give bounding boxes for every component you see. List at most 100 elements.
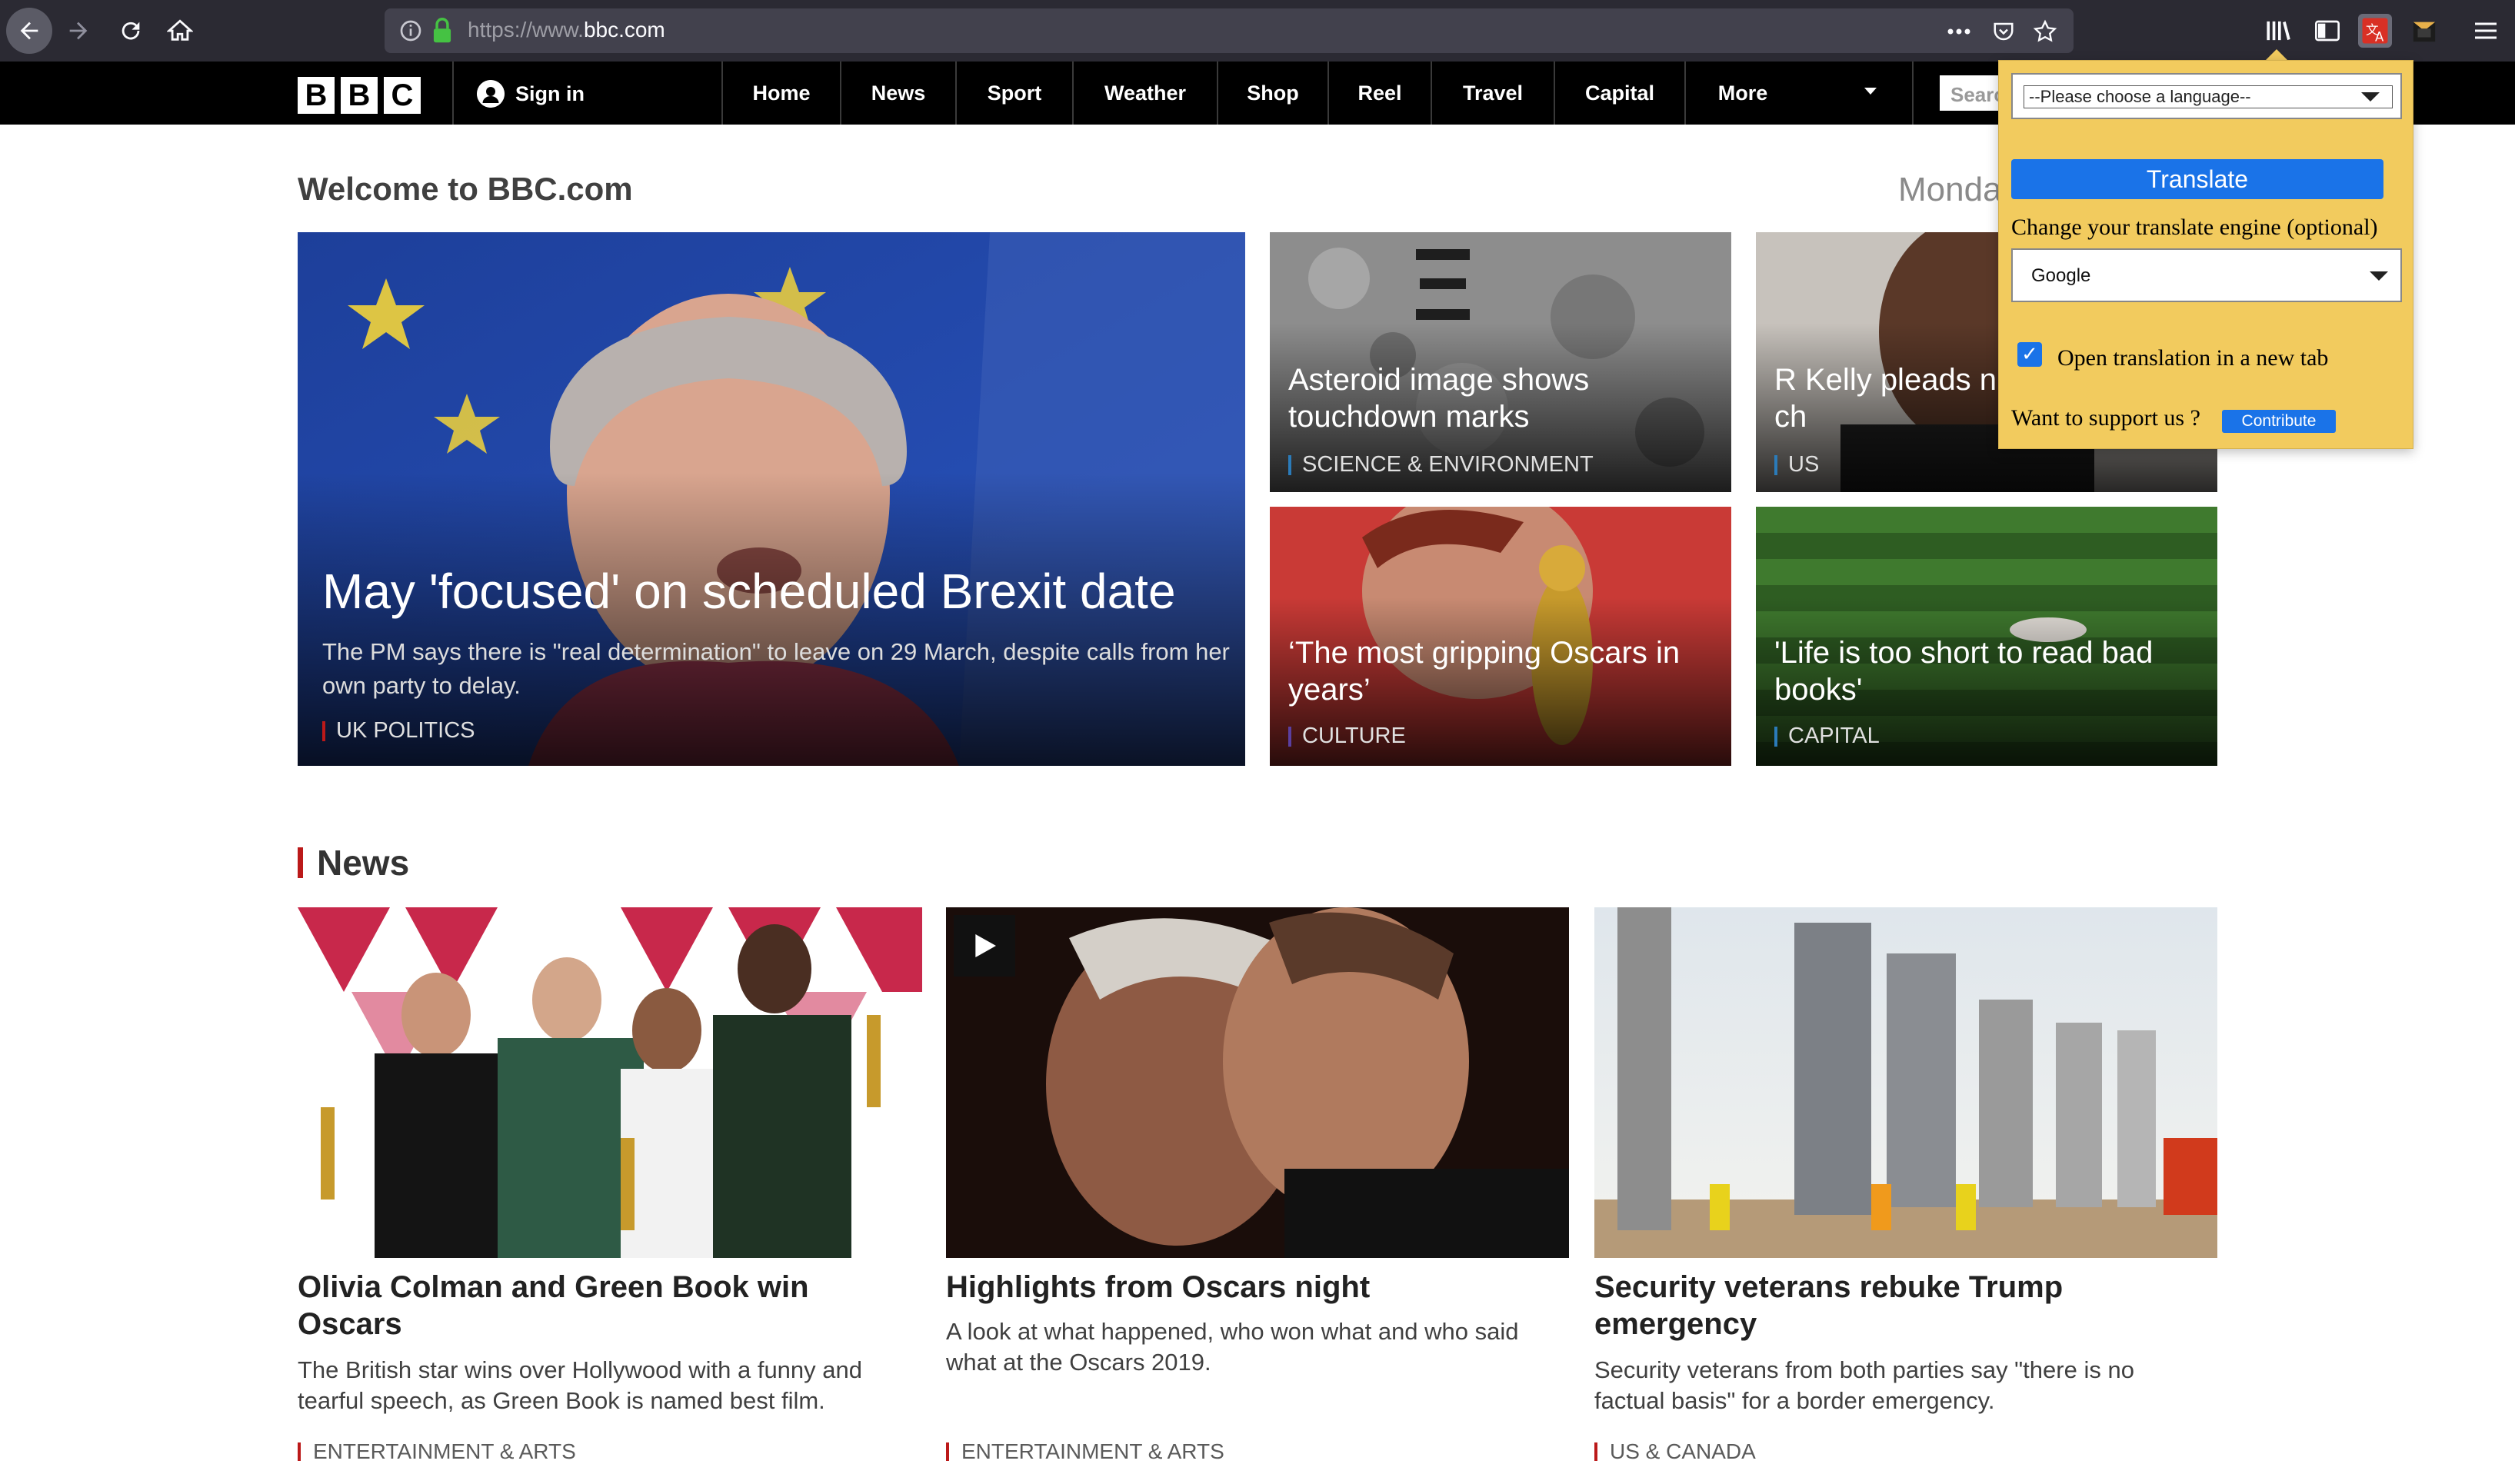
user-avatar-icon (477, 80, 505, 108)
info-icon[interactable] (398, 18, 423, 43)
date-label: Monda (1898, 171, 2002, 208)
extension-icon (2413, 22, 2436, 42)
translate-button[interactable]: Translate (2011, 159, 2383, 199)
chevron-down-icon (2370, 271, 2388, 281)
news-item-3-title[interactable]: Security veterans rebuke Trump emergency (1594, 1269, 2210, 1343)
promo-asteroid-tag-label: SCIENCE & ENVIRONMENT (1302, 452, 1594, 477)
hamburger-menu-icon (2475, 22, 2497, 39)
sign-in-label: Sign in (515, 82, 585, 105)
page-title: Welcome to BBC.com (298, 171, 633, 207)
new-tab-checkbox[interactable]: ✓ (2017, 342, 2042, 367)
back-button[interactable] (6, 8, 52, 54)
news-item-2-tag[interactable]: ENTERTAINMENT & ARTS (946, 1439, 1224, 1464)
more-dots-icon (1947, 28, 1970, 35)
extension-button[interactable] (2407, 14, 2441, 48)
nav-weather[interactable]: Weather (1074, 62, 1217, 125)
promo-main-title[interactable]: May 'focused' on scheduled Brexit date (322, 563, 1230, 620)
news-item-3-tag[interactable]: US & CANADA (1594, 1439, 1756, 1464)
url-host: bbc.com (583, 18, 665, 42)
logo-letter: B (341, 77, 378, 114)
video-play-button[interactable] (954, 915, 1015, 977)
promo-rkelly-tag-label: US (1788, 452, 1820, 477)
promo-books-tag[interactable]: CAPITAL (1774, 724, 1880, 749)
promo-books-title[interactable]: 'Life is too short to read bad books' (1774, 634, 2205, 708)
search-placeholder: Searc (1950, 83, 2005, 106)
news-item-1-tag[interactable]: ENTERTAINMENT & ARTS (298, 1439, 576, 1464)
promo-oscars-tag[interactable]: CULTURE (1288, 724, 1406, 749)
news-item-1-summary: The British star wins over Hollywood wit… (298, 1356, 862, 1414)
promo-asteroid-tag[interactable]: SCIENCE & ENVIRONMENT (1288, 452, 1594, 477)
page-actions-button[interactable] (1946, 18, 1972, 45)
support-label: Want to support us ? (2011, 405, 2200, 431)
promo-main[interactable]: May 'focused' on scheduled Brexit date T… (298, 232, 1245, 766)
star-icon (2033, 19, 2057, 42)
promo-asteroid[interactable]: Asteroid image shows touchdown marks SCI… (1270, 232, 1731, 492)
news-item-2-summary: A look at what happened, who won what an… (946, 1318, 1519, 1376)
forward-arrow-icon (69, 22, 88, 40)
menu-button[interactable] (2469, 14, 2503, 48)
promo-main-tag-label: UK POLITICS (336, 718, 475, 743)
secure-lock-icon[interactable] (429, 17, 455, 45)
engine-select[interactable]: Google (2011, 248, 2402, 302)
sign-in-link[interactable]: Sign in (477, 80, 585, 108)
promo-main-tag[interactable]: UK POLITICS (322, 718, 475, 744)
library-icon (2267, 21, 2290, 41)
nav-news[interactable]: News (841, 62, 955, 125)
translate-icon: 文A (2362, 18, 2388, 45)
promo-oscars[interactable]: ‘The most gripping Oscars in years’ CULT… (1270, 507, 1731, 766)
url-scheme: https://www. (468, 18, 584, 42)
bookmark-star-button[interactable] (2032, 18, 2058, 45)
reload-button[interactable] (108, 8, 154, 54)
home-button[interactable] (157, 8, 203, 54)
promo-oscars-title[interactable]: ‘The most gripping Oscars in years’ (1288, 634, 1719, 708)
translate-extension-button[interactable]: 文A (2358, 14, 2392, 48)
logo-letter: B (298, 77, 335, 114)
home-icon (167, 19, 193, 41)
forward-button[interactable] (55, 8, 102, 54)
nav-sport[interactable]: Sport (957, 62, 1072, 125)
news-item-2-image[interactable] (946, 907, 1569, 1258)
nav-capital[interactable]: Capital (1555, 62, 1684, 125)
logo-letter: C (384, 77, 421, 114)
nav-more[interactable]: More (1686, 62, 1800, 125)
chevron-down-icon[interactable] (1864, 88, 1877, 95)
promo-rkelly-tag[interactable]: US (1774, 452, 1819, 477)
section-accent-bar (298, 847, 303, 878)
promo-asteroid-title[interactable]: Asteroid image shows touchdown marks (1288, 361, 1719, 435)
contribute-button[interactable]: Contribute (2222, 410, 2336, 433)
new-tab-label[interactable]: Open translation in a new tab (2057, 345, 2328, 371)
play-icon (975, 934, 996, 957)
oscar-winners-photo (298, 907, 922, 1258)
sidebar-icon (2315, 20, 2340, 42)
news-item-1-title[interactable]: Olivia Colman and Green Book win Oscars (298, 1269, 913, 1343)
news-item-2-tag-label: ENTERTAINMENT & ARTS (961, 1439, 1224, 1463)
promo-books[interactable]: 'Life is too short to read bad books' CA… (1756, 507, 2217, 766)
browser-toolbar: https://www.bbc.com 文A (0, 0, 2515, 62)
nav-home[interactable]: Home (723, 62, 840, 125)
engine-value: Google (2031, 265, 2091, 286)
sidebar-button[interactable] (2310, 14, 2344, 48)
library-button[interactable] (2261, 14, 2295, 48)
nav-reel[interactable]: Reel (1329, 62, 1431, 125)
chevron-down-icon (2361, 92, 2380, 101)
url-text[interactable]: https://www.bbc.com (468, 18, 665, 42)
news-item-1-image[interactable] (298, 907, 922, 1258)
news-section-heading[interactable]: News (298, 842, 409, 883)
news-item-2-title[interactable]: Highlights from Oscars night (946, 1269, 1561, 1306)
news-item-3-image[interactable] (1594, 907, 2217, 1258)
oscars-highlights-photo (946, 907, 1569, 1258)
language-select[interactable]: --Please choose a language-- (2011, 73, 2402, 119)
nav-divider (1912, 62, 1914, 125)
pocket-button[interactable] (1990, 18, 2017, 45)
translate-popup: --Please choose a language-- Translate C… (1998, 60, 2413, 449)
back-arrow-icon (20, 22, 38, 40)
news-item-3-summary: Security veterans from both parties say … (1594, 1356, 2134, 1414)
nav-travel[interactable]: Travel (1432, 62, 1554, 125)
nav-shop[interactable]: Shop (1218, 62, 1327, 125)
bbc-logo[interactable]: B B C (298, 77, 421, 114)
reload-icon (122, 22, 140, 40)
url-bar[interactable]: https://www.bbc.com (385, 8, 2074, 53)
promo-books-tag-label: CAPITAL (1788, 724, 1880, 748)
engine-label: Change your translate engine (optional) (2011, 215, 2378, 240)
promo-main-summary: The PM says there is "real determination… (322, 638, 1230, 699)
